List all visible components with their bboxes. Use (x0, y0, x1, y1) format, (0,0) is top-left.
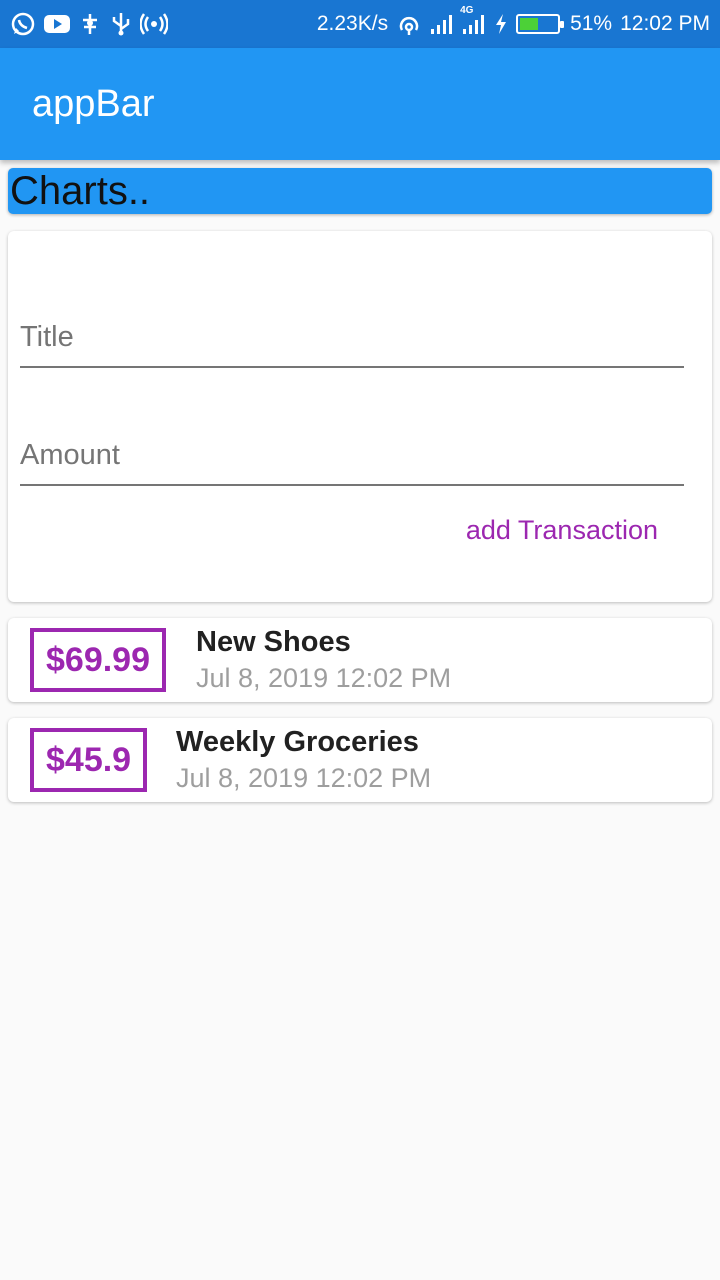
charts-card: Charts.. (8, 168, 712, 214)
battery-percent: 51% (570, 12, 613, 35)
youtube-icon (44, 14, 70, 34)
signal-icon (430, 13, 454, 35)
status-bar-right: 2.23K/s 4G 51% 12:02 PM (316, 5, 710, 36)
whatsapp-icon (10, 11, 36, 37)
title-input[interactable] (20, 321, 684, 354)
network-speed: 2.23K/s (316, 12, 389, 35)
transaction-date: Jul 8, 2019 12:02 PM (196, 663, 452, 693)
title-field (20, 298, 684, 368)
charts-label: Charts.. (10, 168, 151, 213)
transaction-amount: $45.9 (30, 728, 148, 792)
clock: 12:02 PM (620, 12, 710, 35)
amount-field (20, 416, 684, 486)
wifi-icon (396, 12, 422, 36)
transaction-card[interactable]: $45.9 Weekly Groceries Jul 8, 2019 12:02… (8, 718, 712, 802)
battery-icon (516, 14, 565, 34)
app-bar-title: appBar (32, 82, 155, 125)
add-transaction-button[interactable]: add Transaction (466, 515, 658, 546)
network-type: 4G (460, 5, 474, 16)
signal-4g-icon: 4G (460, 5, 486, 35)
transaction-amount: $69.99 (30, 628, 166, 692)
transaction-title: New Shoes (196, 626, 351, 658)
battery-level (520, 18, 539, 30)
transaction-card[interactable]: $69.99 New Shoes Jul 8, 2019 12:02 PM (8, 618, 712, 702)
usb-debug-icon (78, 12, 102, 36)
transaction-date: Jul 8, 2019 12:02 PM (176, 763, 432, 793)
usb-icon (110, 12, 132, 36)
amount-input[interactable] (20, 439, 684, 472)
status-bar-left (10, 11, 168, 37)
hotspot-icon (140, 12, 168, 36)
transaction-title: Weekly Groceries (176, 726, 419, 758)
app-bar: appBar (0, 48, 720, 160)
status-bar: 2.23K/s 4G 51% 12:02 PM (0, 0, 720, 48)
charging-icon (494, 13, 508, 35)
